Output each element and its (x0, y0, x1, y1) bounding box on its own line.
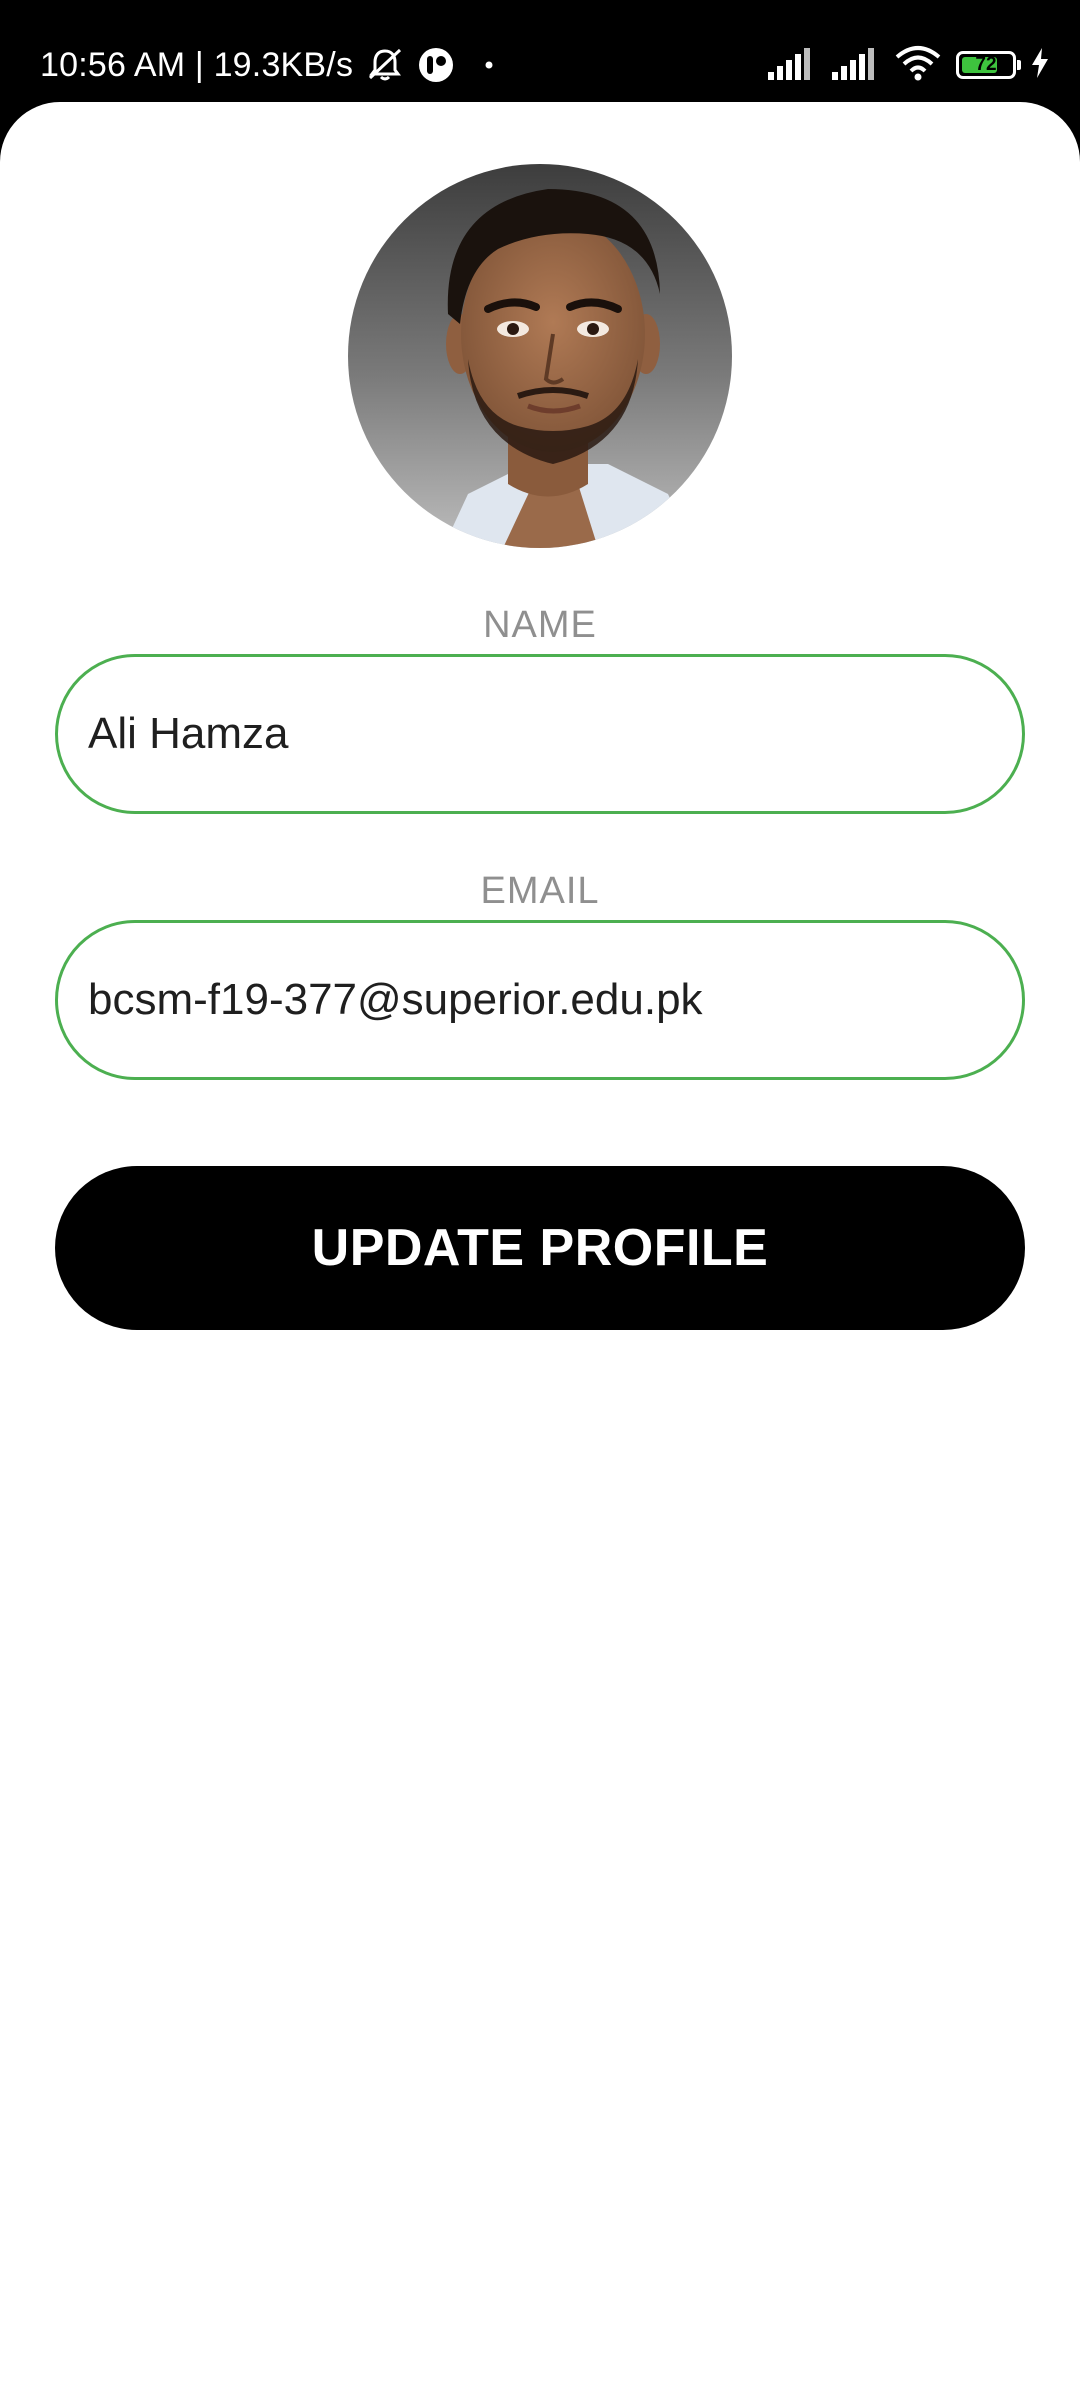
update-profile-button[interactable]: UPDATE PROFILE (55, 1166, 1025, 1330)
name-label: NAME (483, 604, 597, 646)
status-time-speed: 10:56 AM | 19.3KB/s (40, 45, 354, 84)
email-field[interactable] (55, 920, 1025, 1080)
charging-icon (1030, 47, 1050, 84)
signal-icon (830, 46, 880, 85)
wifi-icon (894, 45, 942, 86)
status-right: 72 (766, 42, 1050, 88)
status-bar: 10:56 AM | 19.3KB/s 72 (0, 0, 1080, 102)
battery-icon: 72 (956, 51, 1021, 79)
email-label: EMAIL (480, 870, 600, 912)
status-left: 10:56 AM | 19.3KB/s (40, 40, 493, 90)
profile-sheet: NAME EMAIL UPDATE PROFILE (0, 102, 1080, 2400)
battery-cap (1017, 60, 1021, 70)
muted-notifications-icon (365, 45, 405, 85)
avatar[interactable] (348, 164, 732, 548)
signal-icon (766, 46, 816, 85)
name-field[interactable] (55, 654, 1025, 814)
dot-icon (485, 61, 493, 69)
battery-level-text: 72 (975, 54, 997, 75)
app-notification-icon (417, 46, 455, 84)
profile-photo-icon (348, 164, 732, 548)
